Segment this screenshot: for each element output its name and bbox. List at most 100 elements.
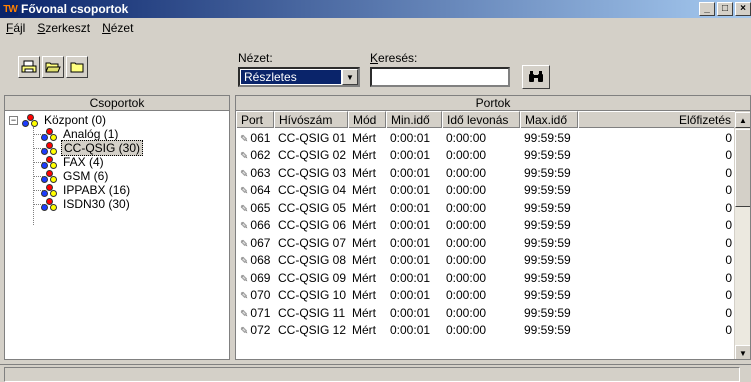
- column-header-subscription[interactable]: Előfizetés: [578, 111, 736, 128]
- table-row[interactable]: ✎ 067 CC-QSIG 07 Mért 0:00:01 0:00:00 99:59:59…: [236, 234, 736, 252]
- column-header-max-time[interactable]: Max.idő: [520, 111, 578, 128]
- tree-node-label: FAX (4): [63, 155, 104, 169]
- table-row[interactable]: ✎ 066 CC-QSIG 06 Mért 0:00:01 0:00:00 99:59:59…: [236, 217, 736, 235]
- tree-node-isdn30[interactable]: ISDN30 (30): [5, 197, 229, 211]
- tree-node-analog[interactable]: Analóg (1): [5, 127, 229, 141]
- group-icon: [41, 141, 57, 155]
- tree-node-cc-qsig[interactable]: CC-QSIG (30): [5, 140, 229, 156]
- close-button[interactable]: ×: [735, 2, 751, 16]
- table-cell: 0: [725, 165, 732, 180]
- group-icon: [41, 127, 57, 141]
- groups-tree: − Központ (0) Analóg (1) CC-QSIG (30) FA…: [5, 111, 229, 225]
- table-cell: ✎ 063: [236, 166, 274, 180]
- table-row[interactable]: ✎ 070 CC-QSIG 10 Mért 0:00:01 0:00:00 99:59:59…: [236, 287, 736, 305]
- ports-vertical-scrollbar[interactable]: ▲ ▼: [734, 112, 750, 359]
- toolbar: [18, 56, 88, 78]
- maximize-button[interactable]: □: [717, 2, 733, 16]
- tree-node-label: GSM (6): [63, 169, 109, 183]
- view-select[interactable]: Részletes ▼: [238, 67, 360, 87]
- table-cell: 0:00:01: [390, 305, 431, 320]
- folder-button[interactable]: [66, 56, 88, 78]
- table-cell: 99:59:59: [524, 200, 571, 215]
- table-cell: 99:59:59: [524, 253, 571, 268]
- column-header-port[interactable]: Port: [236, 111, 274, 128]
- table-row[interactable]: ✎ 072 CC-QSIG 12 Mért 0:00:01 0:00:00 99:59:59…: [236, 322, 736, 340]
- table-cell: Mért: [352, 270, 376, 285]
- table-cell: 0: [725, 200, 732, 215]
- minimize-button[interactable]: _: [699, 2, 715, 16]
- view-select-value: Részletes: [241, 70, 341, 84]
- column-header-min-time[interactable]: Min.idő: [386, 111, 442, 128]
- tree-node-label: Központ (0): [44, 113, 107, 127]
- table-row[interactable]: ✎ 062 CC-QSIG 02 Mért 0:00:01 0:00:00 99:59:59…: [236, 147, 736, 165]
- table-cell: ✎ 066: [236, 218, 274, 232]
- table-cell: 0: [725, 218, 732, 233]
- chevron-down-icon[interactable]: ▼: [342, 69, 358, 85]
- table-cell: CC-QSIG 05: [278, 200, 347, 215]
- table-cell: ✎ 067: [236, 236, 274, 250]
- table-cell: 0:00:00: [446, 130, 487, 145]
- tree-node-root[interactable]: − Központ (0): [5, 113, 229, 127]
- column-header-mode[interactable]: Mód: [348, 111, 386, 128]
- scroll-down-icon[interactable]: ▼: [735, 345, 750, 359]
- port-number: 061: [250, 130, 271, 145]
- scroll-up-icon[interactable]: ▲: [735, 112, 750, 128]
- table-row[interactable]: ✎ 064 CC-QSIG 04 Mért 0:00:01 0:00:00 99:59:59…: [236, 182, 736, 200]
- ports-panel: Portok Port Hívószám Mód Min.idő Idő lev…: [235, 95, 751, 360]
- group-icon: [41, 155, 57, 169]
- port-plug-icon: ✎: [240, 308, 249, 320]
- tree-node-ippabx[interactable]: IPPABX (16): [5, 183, 229, 197]
- table-cell: 0:00:01: [390, 288, 431, 303]
- tree-node-fax[interactable]: FAX (4): [5, 155, 229, 169]
- table-row[interactable]: ✎ 063 CC-QSIG 03 Mért 0:00:01 0:00:00 99:59:59…: [236, 164, 736, 182]
- group-icon: [41, 197, 57, 211]
- table-cell: 0:00:00: [446, 218, 487, 233]
- table-cell: 0:00:01: [390, 130, 431, 145]
- table-cell: CC-QSIG 10: [278, 288, 347, 303]
- table-row[interactable]: ✎ 071 CC-QSIG 11 Mért 0:00:01 0:00:00 99:59:59…: [236, 304, 736, 322]
- table-cell: 0:00:01: [390, 235, 431, 250]
- collapse-icon[interactable]: −: [9, 115, 18, 125]
- table-row[interactable]: ✎ 065 CC-QSIG 05 Mért 0:00:01 0:00:00 99:59:59…: [236, 199, 736, 217]
- table-cell: ✎ 061: [236, 131, 274, 145]
- port-plug-icon: ✎: [240, 133, 249, 145]
- menu-view[interactable]: Nézet: [102, 21, 133, 35]
- tree-node-gsm[interactable]: GSM (6): [5, 169, 229, 183]
- port-number: 068: [250, 253, 271, 268]
- search-button[interactable]: [522, 65, 550, 89]
- table-cell: Mért: [352, 183, 376, 198]
- table-cell: 99:59:59: [524, 270, 571, 285]
- table-cell: ✎ 068: [236, 253, 274, 267]
- ports-header: Portok: [236, 96, 750, 111]
- menu-file[interactable]: Fájl: [6, 21, 25, 35]
- table-cell: 99:59:59: [524, 305, 571, 320]
- table-row[interactable]: ✎ 068 CC-QSIG 08 Mért 0:00:01 0:00:00 99:59:59…: [236, 252, 736, 270]
- ports-column-headers: Port Hívószám Mód Min.idő Idő levonás Ma…: [236, 111, 750, 128]
- port-number: 062: [250, 148, 271, 163]
- table-cell: 0:00:00: [446, 270, 487, 285]
- column-header-number[interactable]: Hívószám: [274, 111, 348, 128]
- ports-table-body: ✎ 061 CC-QSIG 01 Mért 0:00:01 0:00:00 99:59:59…: [236, 129, 736, 339]
- table-cell: ✎ 062: [236, 148, 274, 162]
- scroll-thumb[interactable]: [735, 129, 750, 207]
- table-cell: 0:00:00: [446, 305, 487, 320]
- table-cell: 0:00:01: [390, 165, 431, 180]
- groups-panel: Csoportok − Központ (0) Analóg (1) CC-QS…: [4, 95, 230, 360]
- table-cell: ✎ 071: [236, 306, 274, 320]
- table-cell: 99:59:59: [524, 183, 571, 198]
- status-text: [4, 367, 740, 382]
- table-cell: CC-QSIG 03: [278, 165, 347, 180]
- column-header-time-deduction[interactable]: Idő levonás: [442, 111, 520, 128]
- table-cell: Mért: [352, 288, 376, 303]
- table-cell: 0:00:00: [446, 323, 487, 338]
- table-row[interactable]: ✎ 069 CC-QSIG 09 Mért 0:00:01 0:00:00 99:59:59…: [236, 269, 736, 287]
- status-bar: [0, 364, 751, 382]
- print-button[interactable]: [18, 56, 40, 78]
- port-plug-icon: ✎: [240, 291, 249, 303]
- search-input[interactable]: [370, 67, 510, 87]
- open-button[interactable]: [42, 56, 64, 78]
- table-row[interactable]: ✎ 061 CC-QSIG 01 Mért 0:00:01 0:00:00 99:59:59…: [236, 129, 736, 147]
- table-cell: 0:00:01: [390, 253, 431, 268]
- table-cell: 0:00:00: [446, 183, 487, 198]
- menu-edit[interactable]: Szerkeszt: [37, 21, 90, 35]
